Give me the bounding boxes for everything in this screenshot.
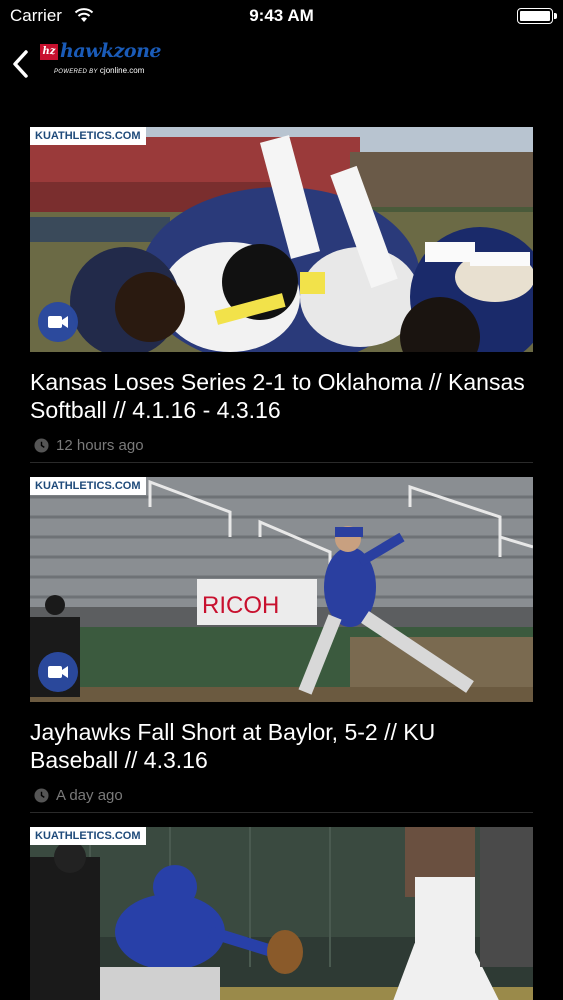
article-card[interactable]: KUATHLETICS.COM Kansas Loses Series 2-1 … [30, 127, 533, 463]
nav-bar: hz hawkzone POWERED BY cjonline.com [0, 32, 563, 92]
hawkzone-logo: hz hawkzone POWERED BY cjonline.com [40, 40, 190, 82]
baseball-photo: RICOH [30, 477, 533, 702]
logo-site: cjonline.com [99, 66, 145, 75]
logo-powered-by: POWERED BY [54, 69, 98, 75]
article-thumbnail[interactable]: RICOH KUATHLETICS.COM [30, 477, 533, 702]
catcher-photo [30, 827, 533, 1000]
logo-wordmark: hawkzone [60, 40, 162, 62]
article-thumbnail[interactable]: KUATHLETICS.COM [30, 127, 533, 352]
article-time: A day ago [56, 786, 123, 804]
divider [30, 812, 533, 813]
video-camera-icon [38, 652, 78, 692]
article-meta: A day ago [30, 786, 533, 804]
softball-photo [30, 127, 533, 352]
source-tag: KUATHLETICS.COM [30, 477, 146, 495]
logo-tagline: POWERED BY cjonline.com [54, 66, 144, 75]
article-feed[interactable]: KUATHLETICS.COM Kansas Loses Series 2-1 … [30, 127, 533, 1000]
source-tag: KUATHLETICS.COM [30, 127, 146, 145]
battery-icon [517, 8, 557, 24]
article-time: 12 hours ago [56, 436, 144, 454]
article-thumbnail[interactable]: KUATHLETICS.COM [30, 827, 533, 1000]
article-card[interactable]: RICOH KUATHLETICS.COM Jayhawks Fall Shor… [30, 477, 533, 813]
logo-badge: hz [40, 44, 58, 60]
divider [30, 462, 533, 463]
article-title[interactable]: Kansas Loses Series 2-1 to Oklahoma // K… [30, 368, 533, 424]
video-camera-icon [38, 302, 78, 342]
source-tag: KUATHLETICS.COM [30, 827, 146, 845]
status-bar: Carrier 9:43 AM [0, 0, 563, 32]
article-meta: 12 hours ago [30, 436, 533, 454]
clock-icon [34, 787, 49, 803]
ricoh-banner-text: RICOH [202, 592, 279, 619]
article-title[interactable]: Jayhawks Fall Short at Baylor, 5-2 // KU… [30, 718, 533, 774]
clock-icon [34, 437, 49, 453]
article-card[interactable]: KUATHLETICS.COM [30, 827, 533, 1000]
status-time: 9:43 AM [249, 6, 314, 25]
back-button[interactable] [8, 46, 38, 82]
